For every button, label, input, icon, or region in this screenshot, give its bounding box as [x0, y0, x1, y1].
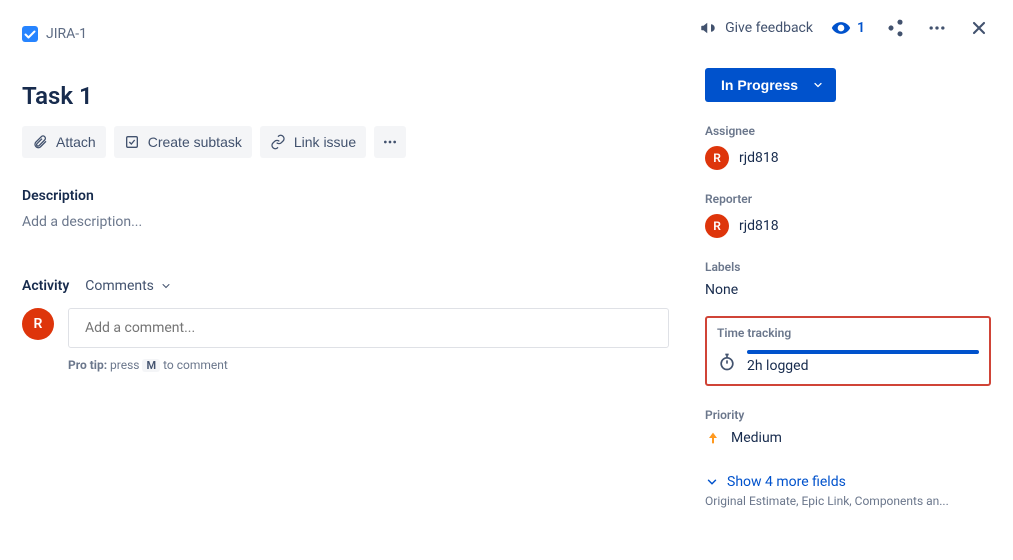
- attach-label: Attach: [56, 134, 96, 150]
- current-user-avatar: R: [22, 308, 54, 340]
- link-icon: [270, 134, 286, 150]
- time-tracking-value: 2h logged: [747, 358, 979, 374]
- create-subtask-button[interactable]: Create subtask: [114, 126, 252, 158]
- status-dropdown[interactable]: In Progress: [705, 68, 836, 102]
- protip-press: press: [107, 358, 142, 372]
- task-type-icon: [22, 26, 38, 42]
- eye-icon: [831, 18, 851, 38]
- link-issue-label: Link issue: [294, 134, 356, 150]
- toolbar-more-button[interactable]: [374, 126, 406, 158]
- create-subtask-label: Create subtask: [148, 134, 242, 150]
- assignee-field[interactable]: R rjd818: [705, 146, 991, 170]
- activity-filter-dropdown[interactable]: Comments: [85, 278, 172, 294]
- assignee-label: Assignee: [705, 124, 991, 138]
- time-tracking-highlight: Time tracking 2h logged: [705, 316, 991, 386]
- priority-label: Priority: [705, 408, 991, 422]
- megaphone-icon: [699, 19, 717, 37]
- time-tracking-label: Time tracking: [717, 326, 979, 340]
- protip-key: M: [142, 359, 160, 372]
- labels-field[interactable]: None: [705, 282, 991, 298]
- more-horizontal-icon: [382, 134, 398, 150]
- reporter-avatar: R: [705, 214, 729, 238]
- assignee-name: rjd818: [739, 150, 779, 166]
- show-more-label: Show 4 more fields: [727, 474, 846, 490]
- assignee-avatar: R: [705, 146, 729, 170]
- issue-title[interactable]: Task 1: [22, 82, 669, 110]
- watch-button[interactable]: 1: [831, 18, 865, 38]
- comment-input[interactable]: [68, 308, 669, 348]
- time-tracking-field[interactable]: 2h logged: [717, 350, 979, 374]
- priority-value: Medium: [731, 430, 782, 446]
- more-horizontal-icon: [927, 18, 947, 38]
- chevron-down-icon: [705, 475, 719, 489]
- show-more-hint: Original Estimate, Epic Link, Components…: [705, 494, 991, 508]
- attach-button[interactable]: Attach: [22, 126, 106, 158]
- paperclip-icon: [32, 134, 48, 150]
- activity-heading: Activity: [22, 278, 69, 294]
- give-feedback-label: Give feedback: [725, 20, 813, 36]
- close-button[interactable]: [967, 16, 991, 40]
- labels-value: None: [705, 282, 738, 298]
- show-more-fields-button[interactable]: Show 4 more fields: [705, 474, 991, 490]
- protip-suffix: to comment: [160, 358, 228, 372]
- reporter-name: rjd818: [739, 218, 779, 234]
- time-tracking-bar: [747, 350, 979, 354]
- description-input[interactable]: Add a description...: [22, 214, 669, 230]
- subtask-icon: [124, 134, 140, 150]
- reporter-field[interactable]: R rjd818: [705, 214, 991, 238]
- priority-field[interactable]: Medium: [705, 430, 991, 446]
- description-heading: Description: [22, 188, 669, 204]
- reporter-label: Reporter: [705, 192, 991, 206]
- share-icon: [885, 18, 905, 38]
- more-actions-button[interactable]: [925, 16, 949, 40]
- chevron-down-icon: [160, 280, 172, 292]
- give-feedback-button[interactable]: Give feedback: [699, 19, 813, 37]
- share-button[interactable]: [883, 16, 907, 40]
- stopwatch-icon: [717, 352, 737, 372]
- watch-count: 1: [857, 20, 865, 36]
- close-icon: [969, 18, 989, 38]
- labels-label: Labels: [705, 260, 991, 274]
- breadcrumb[interactable]: JIRA-1: [22, 26, 87, 42]
- comment-protip: Pro tip: press M to comment: [68, 358, 669, 372]
- priority-medium-icon: [705, 430, 721, 446]
- chevron-down-icon: [812, 79, 824, 91]
- status-label: In Progress: [721, 77, 798, 93]
- link-issue-button[interactable]: Link issue: [260, 126, 366, 158]
- protip-prefix: Pro tip:: [68, 358, 107, 372]
- activity-filter-label: Comments: [85, 278, 154, 294]
- issue-key[interactable]: JIRA-1: [46, 26, 87, 42]
